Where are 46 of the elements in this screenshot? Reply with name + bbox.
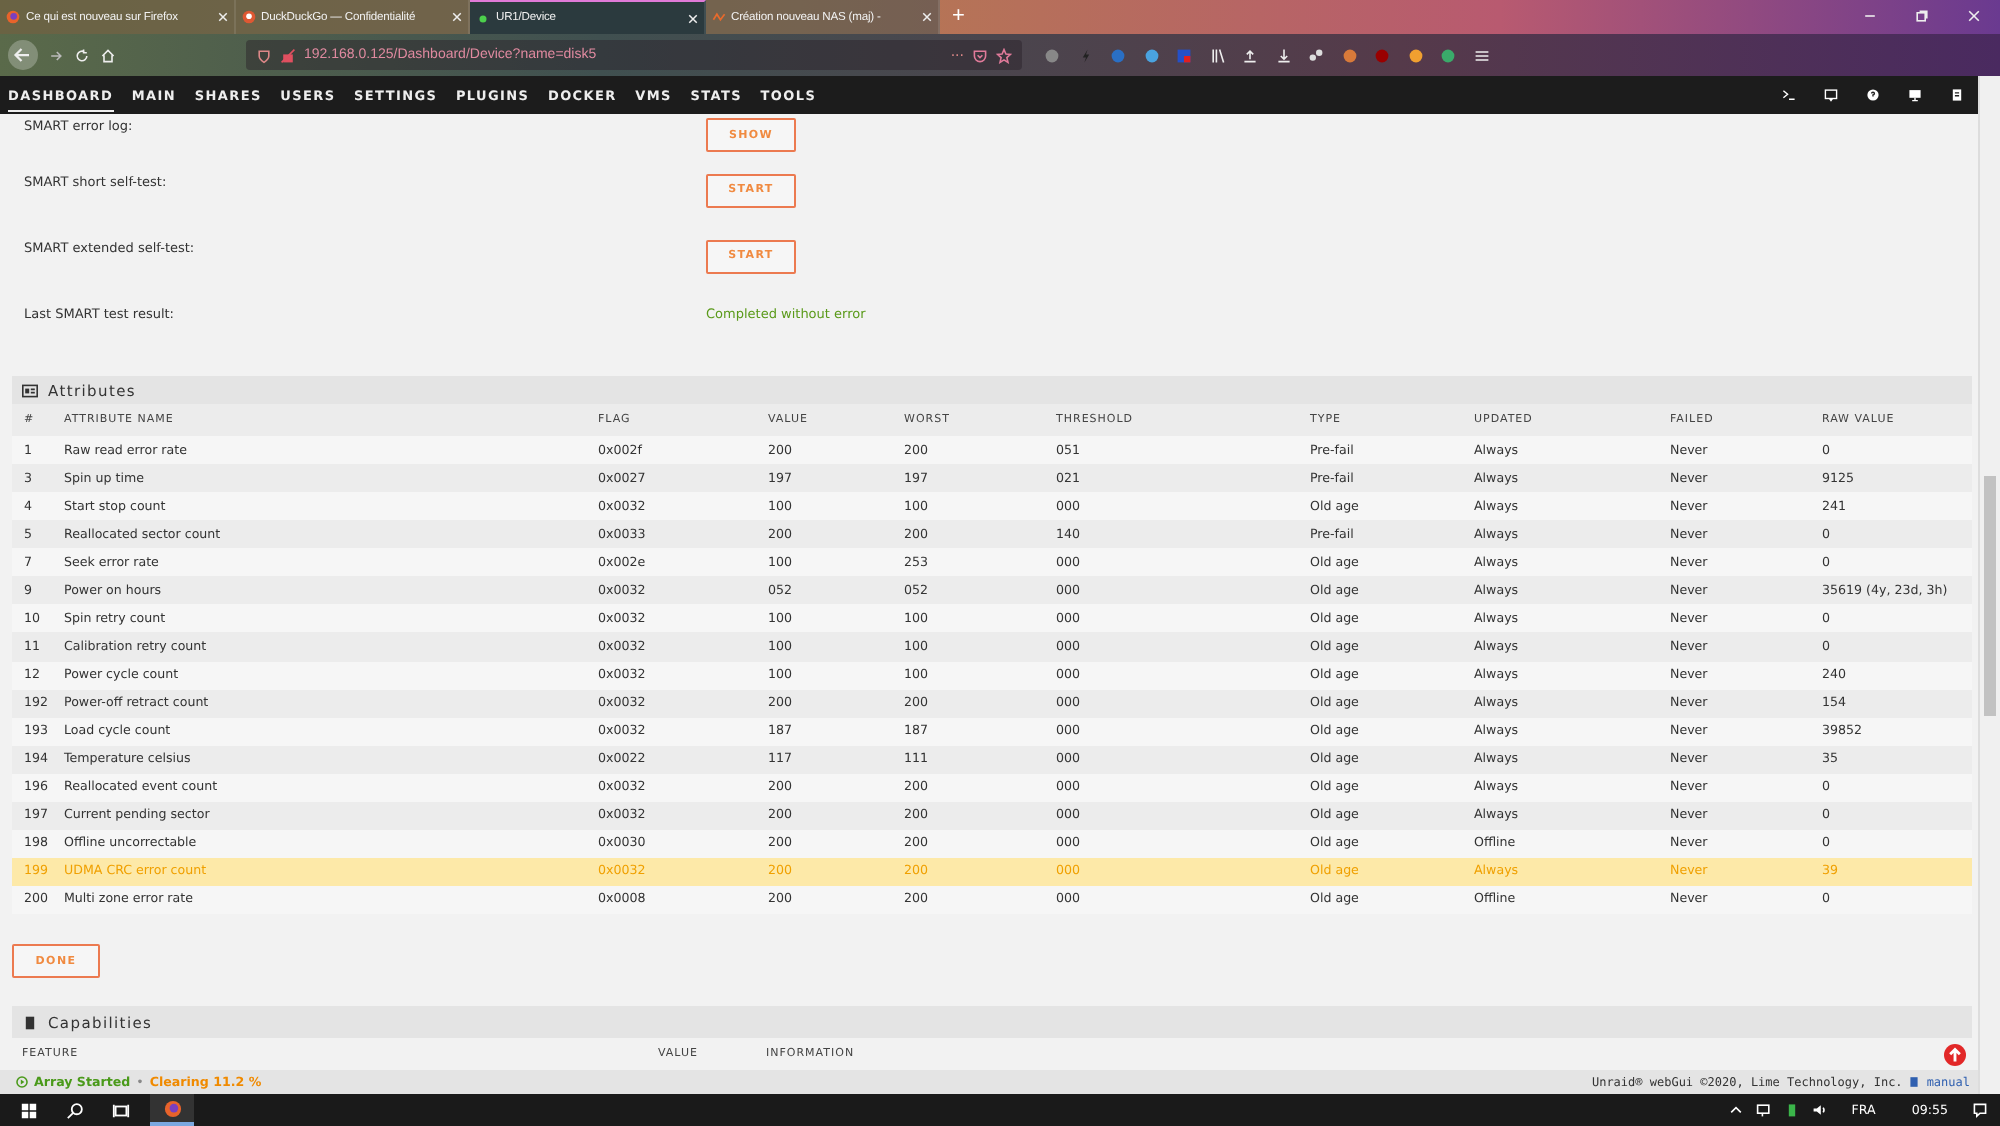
- id-card-icon: [22, 383, 38, 398]
- extension-icon[interactable]: [1407, 47, 1423, 63]
- download-icon[interactable]: [1275, 47, 1291, 63]
- fox-icon: [163, 1099, 181, 1117]
- reload-icon[interactable]: [74, 47, 90, 63]
- restore-icon[interactable]: [1914, 8, 1930, 24]
- close-icon[interactable]: [452, 12, 462, 22]
- dot-icon: [476, 11, 490, 25]
- scroll-up-icon[interactable]: [1944, 1043, 1966, 1066]
- extension-icon[interactable]: [1143, 47, 1159, 63]
- new-tab-button[interactable]: +: [940, 0, 977, 34]
- speaker-icon[interactable]: [1811, 1102, 1828, 1118]
- back-icon[interactable]: [8, 40, 38, 70]
- star-icon[interactable]: [996, 47, 1012, 63]
- play-icon: [16, 1076, 28, 1088]
- monitor-icon[interactable]: [1908, 88, 1922, 102]
- extension-icon[interactable]: [1308, 47, 1324, 63]
- windows-start-icon[interactable]: [20, 1101, 38, 1119]
- terminal-icon[interactable]: [1782, 88, 1796, 102]
- close-icon[interactable]: [217, 12, 227, 22]
- taskbar-app[interactable]: [150, 1094, 194, 1126]
- network-icon[interactable]: [1755, 1102, 1772, 1118]
- help-icon[interactable]: [1866, 88, 1880, 102]
- insecure-lock-icon: [280, 47, 296, 63]
- fox-icon: [6, 10, 20, 24]
- extension-icon[interactable]: [1440, 47, 1456, 63]
- extension-icon[interactable]: [1341, 47, 1357, 63]
- chevron-up-icon[interactable]: [1727, 1102, 1744, 1118]
- close-icon[interactable]: [687, 13, 697, 23]
- library-icon[interactable]: [1209, 47, 1225, 63]
- shield-icon: [256, 47, 272, 63]
- notification-icon[interactable]: [1972, 1102, 1988, 1118]
- scrollbar[interactable]: [1978, 76, 2000, 1094]
- feedback-icon[interactable]: [1824, 88, 1838, 102]
- forward-icon[interactable]: [48, 47, 64, 63]
- search-icon[interactable]: [66, 1101, 84, 1119]
- duck-icon: [241, 10, 255, 24]
- upload-icon[interactable]: [1242, 47, 1258, 63]
- home-icon[interactable]: [100, 47, 116, 63]
- close-icon[interactable]: [1966, 8, 1982, 24]
- menu-icon[interactable]: [1473, 47, 1489, 63]
- log-icon[interactable]: [1950, 88, 1964, 102]
- wave-icon: [711, 10, 725, 24]
- task-view-icon[interactable]: [112, 1101, 130, 1119]
- battery-icon[interactable]: [1783, 1102, 1800, 1118]
- close-icon[interactable]: [922, 12, 932, 22]
